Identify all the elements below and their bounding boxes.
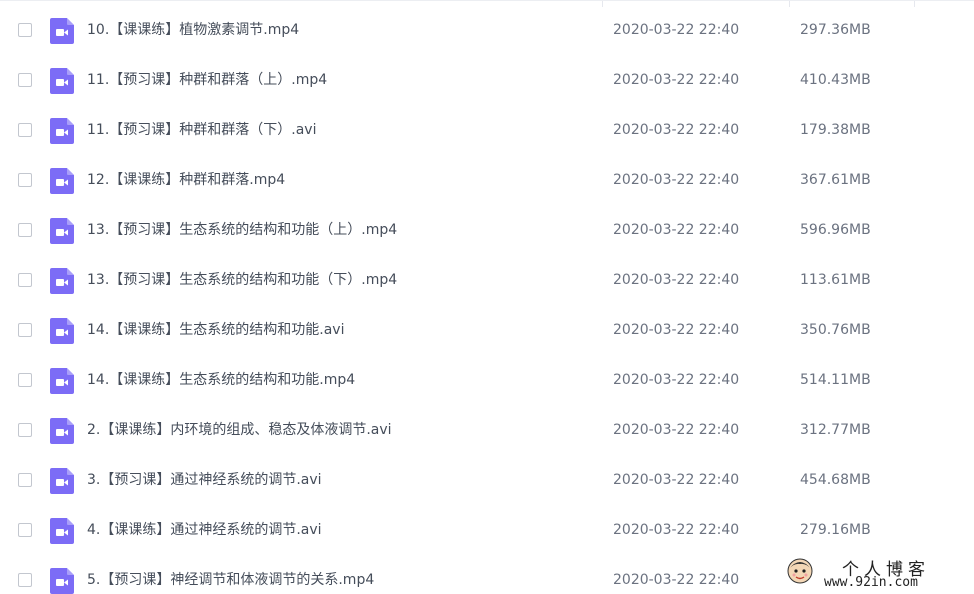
file-date: 2020-03-22 22:40 <box>613 72 740 88</box>
file-date: 2020-03-22 22:40 <box>613 272 740 288</box>
file-name[interactable]: 3.【预习课】通过神经系统的调节.avi <box>87 471 322 489</box>
row-checkbox[interactable] <box>18 573 32 587</box>
file-name[interactable]: 2.【课课练】内环境的组成、稳态及体液调节.avi <box>87 421 392 439</box>
video-file-icon <box>50 418 74 444</box>
video-file-icon <box>50 368 74 394</box>
watermark-url: www.92in.com <box>824 575 918 590</box>
file-size: 113.61MB <box>800 272 871 288</box>
file-row[interactable]: 10.【课课练】植物激素调节.mp4 2020-03-22 22:40 297.36… <box>0 7 974 57</box>
row-checkbox[interactable] <box>18 173 32 187</box>
file-row[interactable]: 13.【预习课】生态系统的结构和功能（下）.mp4 2020-03-22 22:4… <box>0 257 974 307</box>
file-size: 410.43MB <box>800 72 871 88</box>
file-row[interactable]: 11.【预习课】种群和群落（上）.mp4 2020-03-22 22:40 410.… <box>0 57 974 107</box>
file-size: 514.11MB <box>800 372 871 388</box>
file-rows: 10.【课课练】植物激素调节.mp4 2020-03-22 22:40 297.36… <box>0 7 974 594</box>
file-name[interactable]: 5.【预习课】神经调节和体液调节的关系.mp4 <box>87 571 374 589</box>
file-size: 312.77MB <box>800 422 871 438</box>
file-size: 596.96MB <box>800 222 871 238</box>
file-row[interactable]: 14.【课课练】生态系统的结构和功能.avi 2020-03-22 22:40 35… <box>0 307 974 357</box>
file-date: 2020-03-22 22:40 <box>613 472 740 488</box>
video-file-icon <box>50 518 74 544</box>
row-checkbox[interactable] <box>18 23 32 37</box>
file-name[interactable]: 12.【课课练】种群和群落.mp4 <box>87 171 285 189</box>
file-size: 367.61MB <box>800 172 871 188</box>
video-file-icon <box>50 468 74 494</box>
video-file-icon <box>50 568 74 594</box>
file-name[interactable]: 11.【预习课】种群和群落（上）.mp4 <box>87 71 327 89</box>
file-row[interactable]: 11.【预习课】种群和群落（下）.avi 2020-03-22 22:40 179.… <box>0 107 974 157</box>
video-file-icon <box>50 268 74 294</box>
video-file-icon <box>50 218 74 244</box>
file-name[interactable]: 13.【预习课】生态系统的结构和功能（上）.mp4 <box>87 221 397 239</box>
file-date: 2020-03-22 22:40 <box>613 572 740 588</box>
row-checkbox[interactable] <box>18 423 32 437</box>
file-row[interactable]: 2.【课课练】内环境的组成、稳态及体液调节.avi 2020-03-22 22:4… <box>0 407 974 457</box>
file-date: 2020-03-22 22:40 <box>613 222 740 238</box>
row-checkbox[interactable] <box>18 273 32 287</box>
row-checkbox[interactable] <box>18 123 32 137</box>
file-date: 2020-03-22 22:40 <box>613 372 740 388</box>
file-row[interactable]: 4.【课课练】通过神经系统的调节.avi 2020-03-22 22:40 279.… <box>0 507 974 557</box>
file-row[interactable]: 3.【预习课】通过神经系统的调节.avi 2020-03-22 22:40 454.… <box>0 457 974 507</box>
file-date: 2020-03-22 22:40 <box>613 422 740 438</box>
file-size: 279.16MB <box>800 522 871 538</box>
file-date: 2020-03-22 22:40 <box>613 122 740 138</box>
video-file-icon <box>50 318 74 344</box>
video-file-icon <box>50 18 74 44</box>
row-checkbox[interactable] <box>18 73 32 87</box>
avatar-face-icon <box>787 558 813 584</box>
blog-watermark: 个人博客 www.92in.com <box>780 553 974 594</box>
file-date: 2020-03-22 22:40 <box>613 172 740 188</box>
file-row[interactable]: 14.【课课练】生态系统的结构和功能.mp4 2020-03-22 22:40 51… <box>0 357 974 407</box>
video-file-icon <box>50 118 74 144</box>
file-date: 2020-03-22 22:40 <box>613 322 740 338</box>
row-checkbox[interactable] <box>18 323 32 337</box>
row-checkbox[interactable] <box>18 523 32 537</box>
file-name[interactable]: 4.【课课练】通过神经系统的调节.avi <box>87 521 322 539</box>
file-size: 297.36MB <box>800 22 871 38</box>
file-date: 2020-03-22 22:40 <box>613 522 740 538</box>
file-row[interactable]: 12.【课课练】种群和群落.mp4 2020-03-22 22:40 367.61M… <box>0 157 974 207</box>
file-name[interactable]: 11.【预习课】种群和群落（下）.avi <box>87 121 316 139</box>
file-name[interactable]: 10.【课课练】植物激素调节.mp4 <box>87 21 299 39</box>
row-checkbox[interactable] <box>18 473 32 487</box>
file-name[interactable]: 14.【课课练】生态系统的结构和功能.mp4 <box>87 371 355 389</box>
file-size: 350.76MB <box>800 322 871 338</box>
video-file-icon <box>50 68 74 94</box>
file-size: 179.38MB <box>800 122 871 138</box>
video-file-icon <box>50 168 74 194</box>
file-row[interactable]: 13.【预习课】生态系统的结构和功能（上）.mp4 2020-03-22 22:4… <box>0 207 974 257</box>
file-list-panel: 10.【课课练】植物激素调节.mp4 2020-03-22 22:40 297.36… <box>0 0 974 594</box>
file-name[interactable]: 13.【预习课】生态系统的结构和功能（下）.mp4 <box>87 271 397 289</box>
row-checkbox[interactable] <box>18 373 32 387</box>
file-name[interactable]: 14.【课课练】生态系统的结构和功能.avi <box>87 321 344 339</box>
row-checkbox[interactable] <box>18 223 32 237</box>
file-size: 454.68MB <box>800 472 871 488</box>
file-date: 2020-03-22 22:40 <box>613 22 740 38</box>
